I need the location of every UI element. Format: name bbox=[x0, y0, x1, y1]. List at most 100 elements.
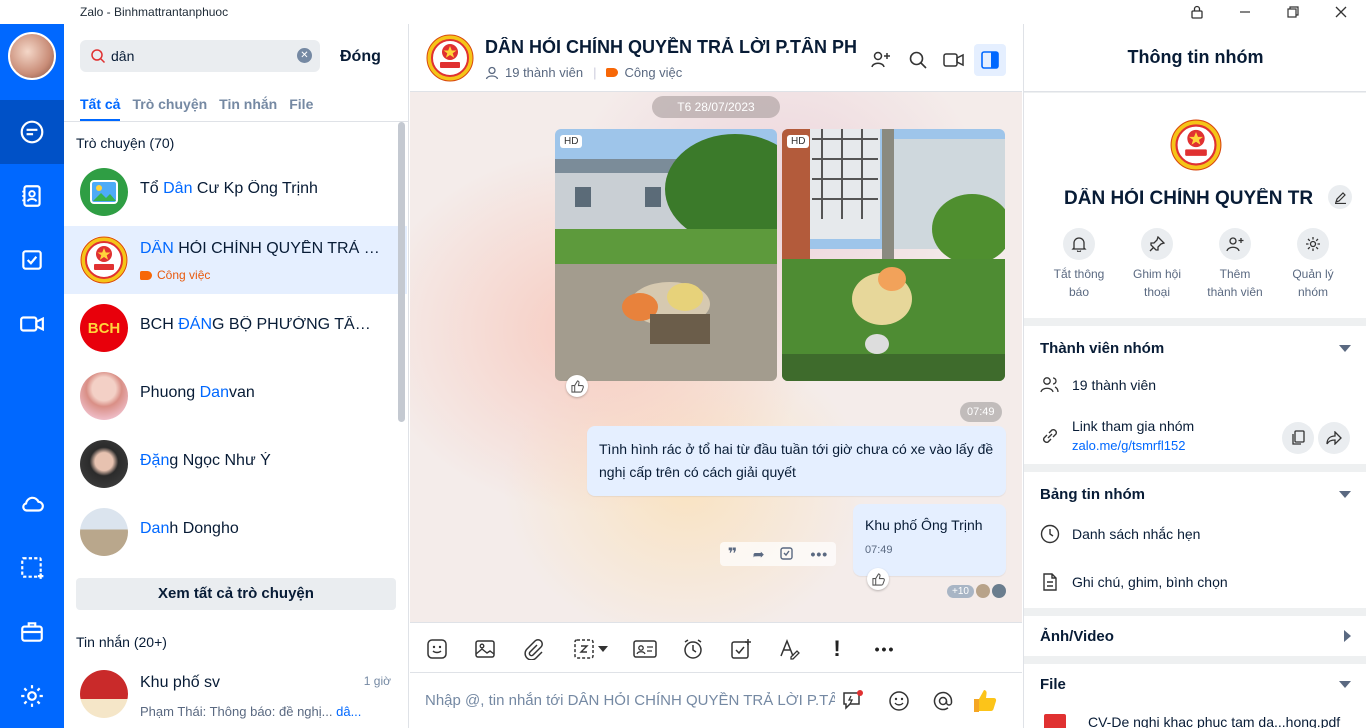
close-search-button[interactable]: Đóng bbox=[340, 48, 381, 66]
search-icon[interactable] bbox=[902, 44, 934, 76]
see-all-chats-button[interactable]: Xem tất cả trò chuyện bbox=[76, 578, 396, 610]
text-format-icon[interactable] bbox=[776, 636, 802, 662]
share-link-button[interactable] bbox=[1318, 422, 1350, 454]
seen-indicator[interactable]: +10 bbox=[947, 584, 1006, 598]
reminders-row[interactable]: Danh sách nhắc hẹn bbox=[1040, 524, 1200, 544]
lock-icon[interactable] bbox=[1174, 0, 1220, 24]
image-message[interactable]: HD bbox=[555, 129, 777, 381]
nav-messages[interactable] bbox=[0, 100, 64, 164]
video-call-icon[interactable] bbox=[938, 44, 970, 76]
pin-conversation-button[interactable]: Ghim hội thoại bbox=[1118, 228, 1196, 301]
reminder-icon[interactable] bbox=[680, 636, 706, 662]
more-icon[interactable]: ••• bbox=[810, 546, 828, 562]
restore-button[interactable] bbox=[1270, 0, 1316, 24]
file-name[interactable]: CV-De nghi khac phuc tam da...hong.pdf bbox=[1088, 714, 1354, 728]
todo-icon[interactable] bbox=[780, 545, 795, 563]
link-icon bbox=[1043, 429, 1057, 443]
chevron-right-icon[interactable] bbox=[1344, 630, 1351, 642]
add-member-icon[interactable] bbox=[865, 44, 897, 76]
manage-group-button[interactable]: Quản lý nhóm bbox=[1274, 228, 1352, 301]
conversation-item[interactable]: Phuong Danvan bbox=[64, 362, 407, 430]
image-icon[interactable] bbox=[472, 636, 498, 662]
conversation-item[interactable]: BCH BCH ĐẢNG BỘ PHƯỜNG TÂN ... bbox=[64, 294, 407, 362]
emoji-icon[interactable] bbox=[886, 688, 912, 714]
group-avatar-large[interactable] bbox=[1170, 119, 1222, 171]
nav-video[interactable] bbox=[0, 292, 64, 356]
forward-icon[interactable]: ➦ bbox=[753, 546, 765, 563]
clear-search-icon[interactable]: ✕ bbox=[297, 48, 312, 63]
quote-icon[interactable]: ❞ bbox=[728, 544, 737, 564]
contact-avatar bbox=[80, 508, 128, 556]
tab-files[interactable]: File bbox=[289, 96, 313, 112]
chevron-down-icon[interactable] bbox=[1339, 681, 1351, 688]
list-scrollbar[interactable] bbox=[398, 122, 405, 422]
minimize-button[interactable] bbox=[1222, 0, 1268, 24]
message-result-item[interactable]: Khu phố sv 1 giờ Phạm Thái: Thông báo: đ… bbox=[64, 660, 407, 728]
contact-card-icon[interactable] bbox=[632, 636, 658, 662]
like-reaction-button[interactable] bbox=[566, 375, 588, 397]
checkbox-icon bbox=[22, 250, 42, 270]
conversation-item[interactable]: Tổ Dân Cư Kp Ông Trịnh bbox=[64, 158, 407, 226]
nav-contacts[interactable] bbox=[0, 164, 64, 228]
user-avatar[interactable] bbox=[8, 32, 56, 80]
close-window-button[interactable] bbox=[1318, 0, 1364, 24]
invite-link[interactable]: zalo.me/g/tsmrfl152 bbox=[1072, 438, 1194, 453]
message-input[interactable]: Nhập @, tin nhắn tới DÂN HỎI CHÍNH QUYỀN… bbox=[425, 692, 835, 709]
chat-messages[interactable]: T6 28/07/2023 HD HD 07:49 Tình hình rác … bbox=[410, 92, 1022, 622]
nav-settings[interactable] bbox=[0, 664, 64, 728]
chats-section-label: Trò chuyện (70) bbox=[76, 135, 175, 151]
notes-row[interactable]: Ghi chú, ghim, bình chọn bbox=[1040, 572, 1228, 592]
nav-cloud[interactable] bbox=[0, 472, 64, 536]
chevron-down-icon[interactable] bbox=[1339, 345, 1351, 352]
mute-notifications-button[interactable]: Tắt thông báo bbox=[1040, 228, 1118, 301]
chat-category-tag[interactable]: Công việc bbox=[624, 65, 682, 80]
invite-link-label: Link tham gia nhóm bbox=[1072, 418, 1195, 434]
search-box[interactable]: dân ✕ bbox=[80, 40, 320, 72]
nav-screenshot[interactable] bbox=[0, 536, 64, 600]
copy-link-button[interactable] bbox=[1282, 422, 1314, 454]
members-section-title[interactable]: Thành viên nhóm bbox=[1040, 340, 1164, 357]
files-section-title[interactable]: File bbox=[1040, 676, 1066, 693]
task-icon[interactable] bbox=[728, 636, 754, 662]
message-composer[interactable]: Nhập @, tin nhắn tới DÂN HỎI CHÍNH QUYỀN… bbox=[410, 672, 1022, 728]
conversation-item[interactable]: Đặng Ngọc Như Ý bbox=[64, 430, 407, 498]
seen-avatar bbox=[991, 584, 1006, 598]
urgent-icon[interactable]: ! bbox=[824, 636, 850, 662]
nav-toolbox[interactable] bbox=[0, 600, 64, 664]
group-avatar[interactable] bbox=[426, 34, 474, 82]
thumbs-up-icon[interactable] bbox=[972, 688, 998, 714]
chat-meta: 19 thành viên | Công việc bbox=[485, 65, 682, 80]
message-result-name: Khu phố sv bbox=[140, 674, 221, 691]
attachment-icon[interactable] bbox=[520, 636, 546, 662]
group-avatar: BCH bbox=[80, 304, 128, 352]
member-count[interactable]: 19 thành viên bbox=[505, 65, 583, 80]
mention-icon[interactable] bbox=[930, 688, 956, 714]
contact-avatar bbox=[80, 372, 128, 420]
text-message[interactable]: Khu phố Ông Trịnh 07:49 bbox=[853, 504, 1006, 576]
text-message[interactable]: Tình hình rác ở tổ hai từ đầu tuần tới g… bbox=[587, 426, 1006, 496]
tab-chats[interactable]: Trò chuyện bbox=[132, 96, 207, 112]
sticker-icon[interactable] bbox=[424, 636, 450, 662]
image-message[interactable]: HD bbox=[782, 129, 1005, 381]
conversation-item[interactable]: Danh Dongho bbox=[64, 498, 407, 566]
tab-messages[interactable]: Tin nhắn bbox=[219, 96, 277, 112]
members-row[interactable]: 19 thành viên bbox=[1040, 376, 1156, 394]
add-member-button[interactable]: Thêm thành viên bbox=[1196, 228, 1274, 301]
tab-all[interactable]: Tất cả bbox=[80, 96, 120, 112]
screenshot-dropdown[interactable] bbox=[568, 636, 612, 662]
message-text: Khu phố Ông Trịnh bbox=[865, 517, 983, 533]
conversation-item-selected[interactable]: DÂN HỎI CHÍNH QUYỀN TRẢ L... Công việc bbox=[64, 226, 407, 294]
media-section[interactable]: Ảnh/Video bbox=[1024, 616, 1366, 656]
nav-todo[interactable] bbox=[0, 228, 64, 292]
quick-message-icon[interactable] bbox=[840, 688, 866, 714]
conversation-name: BCH ĐẢNG BỘ PHƯỜNG TÂN ... bbox=[140, 316, 380, 333]
chevron-down-icon[interactable] bbox=[1339, 491, 1351, 498]
search-input[interactable]: dân bbox=[111, 48, 134, 64]
edit-name-button[interactable] bbox=[1328, 185, 1352, 209]
search-icon bbox=[91, 49, 106, 64]
group-board-section: Bảng tin nhóm Danh sách nhắc hẹn Ghi chú… bbox=[1024, 472, 1366, 608]
board-section-title[interactable]: Bảng tin nhóm bbox=[1040, 486, 1145, 503]
toggle-info-panel-icon[interactable] bbox=[974, 44, 1006, 76]
like-reaction-button[interactable] bbox=[867, 568, 889, 590]
more-options-icon[interactable]: ••• bbox=[872, 636, 898, 662]
